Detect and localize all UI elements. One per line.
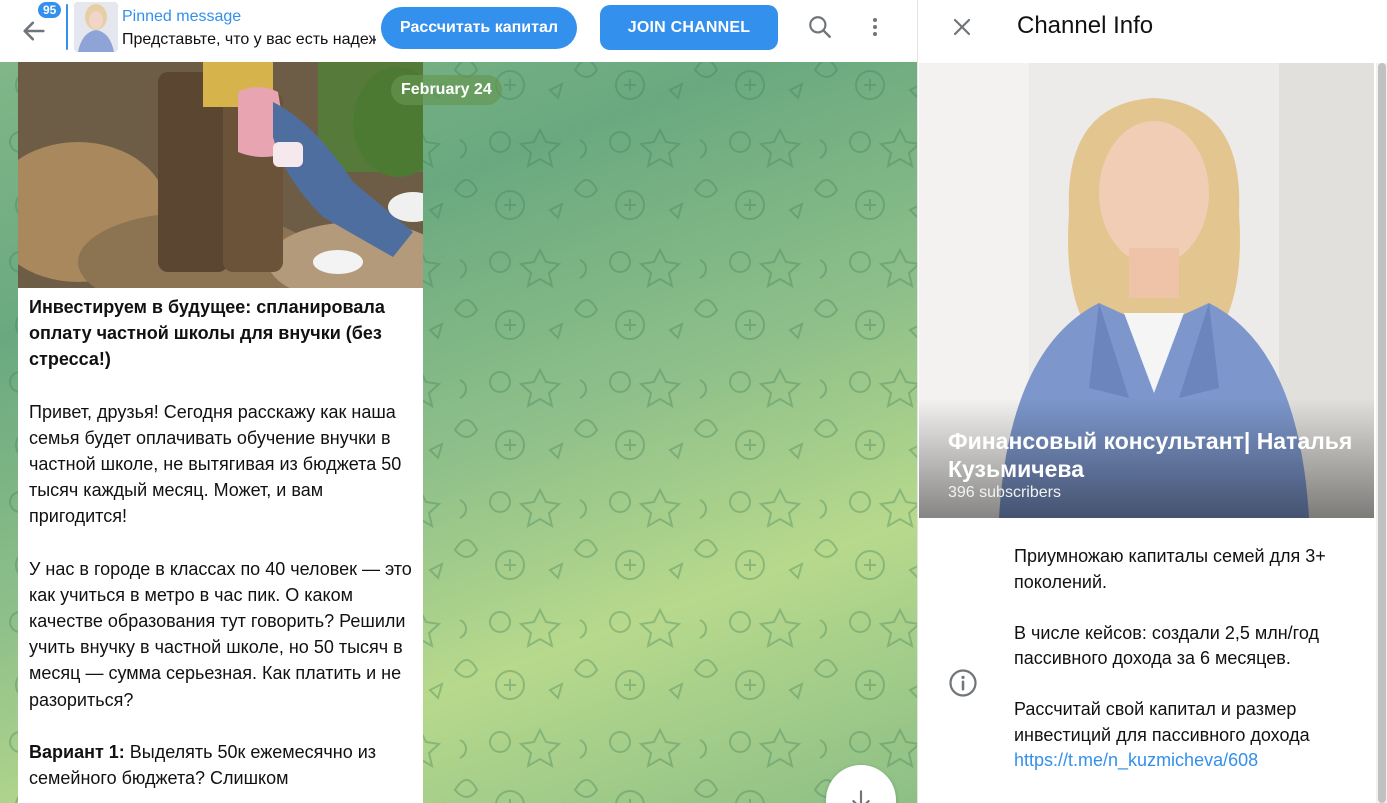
channel-info-panel: Channel Info Финансовый консультант| Нат… [917,0,1387,803]
description-line-2: В числе кейсов: создали 2,5 млн/год пасс… [1014,622,1319,669]
back-arrow-icon [23,21,45,41]
more-vertical-icon [873,18,877,36]
close-icon [953,18,971,36]
post-paragraph-3: Вариант 1: Выделять 50к ежемесячно из се… [29,739,414,791]
date-separator: February 24 [391,75,502,105]
unread-badge: 95 [36,0,64,20]
info-icon [949,669,977,697]
post-headline: Инвестируем в будущее: спланировала опла… [29,297,385,370]
pinned-text: Представьте, что у вас есть надеж... [122,31,376,48]
scrollbar-thumb[interactable] [1378,63,1386,803]
search-button[interactable] [800,7,840,47]
description-link[interactable]: https://t.me/n_kuzmicheva/608 [1014,750,1258,770]
join-channel-button[interactable]: JOIN CHANNEL [600,5,778,50]
pinned-indicator [66,4,68,50]
more-menu-button[interactable] [855,7,895,47]
channel-avatar-large[interactable]: Финансовый консультант| Наталья Кузьмиче… [919,63,1374,518]
info-header: Channel Info [918,0,1387,62]
description-line-3: Рассчитай свой капитал и размер инвестиц… [1014,697,1354,774]
variant-label: Вариант 1: [29,741,125,762]
info-title: Channel Info [1017,12,1154,39]
search-icon [809,16,831,38]
pinned-thumbnail [74,2,118,52]
arrow-down-icon [852,790,870,803]
scrollbar[interactable] [1376,63,1387,803]
pinned-title: Pinned message [122,8,242,25]
description-line-1: Приумножаю капиталы семей для 3+ поколен… [1014,546,1326,592]
channel-post: Инвестируем в будущее: спланировала опла… [18,62,423,803]
chat-area: 95 Pinned message Представьте, что у вас… [0,0,917,803]
channel-description: Приумножаю капиталы семей для 3+ поколен… [1014,544,1354,799]
subscriber-count: 396 subscribers [948,484,1061,501]
post-photo[interactable] [18,62,423,288]
calculate-capital-button[interactable]: Рассчитать капитал [381,7,577,49]
description-text-3: Рассчитай свой капитал и размер инвестиц… [1014,699,1310,745]
pinned-message[interactable]: Pinned message Представьте, что у вас ес… [66,2,376,52]
chat-header: 95 Pinned message Представьте, что у вас… [0,0,917,62]
post-paragraph-2: У нас в городе в классах по 40 человек —… [29,558,412,710]
post-body: Инвестируем в будущее: спланировала опла… [29,294,414,803]
channel-name: Финансовый консультант| Наталья Кузьмиче… [948,428,1353,482]
post-paragraph-1: Привет, друзья! Сегодня расскажу как наш… [29,401,402,527]
close-button[interactable] [942,7,982,47]
